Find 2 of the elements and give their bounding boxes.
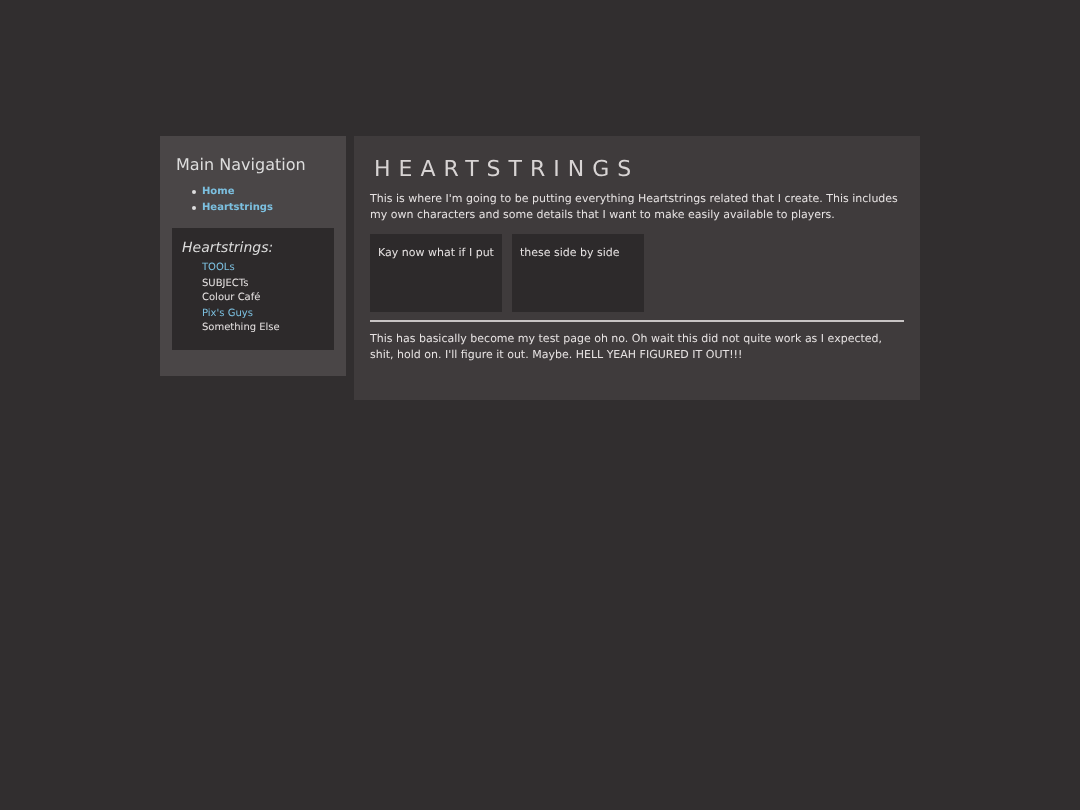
page-heading: HEARTSTRINGS — [374, 156, 642, 182]
sidebar-title: Main Navigation — [176, 156, 308, 174]
